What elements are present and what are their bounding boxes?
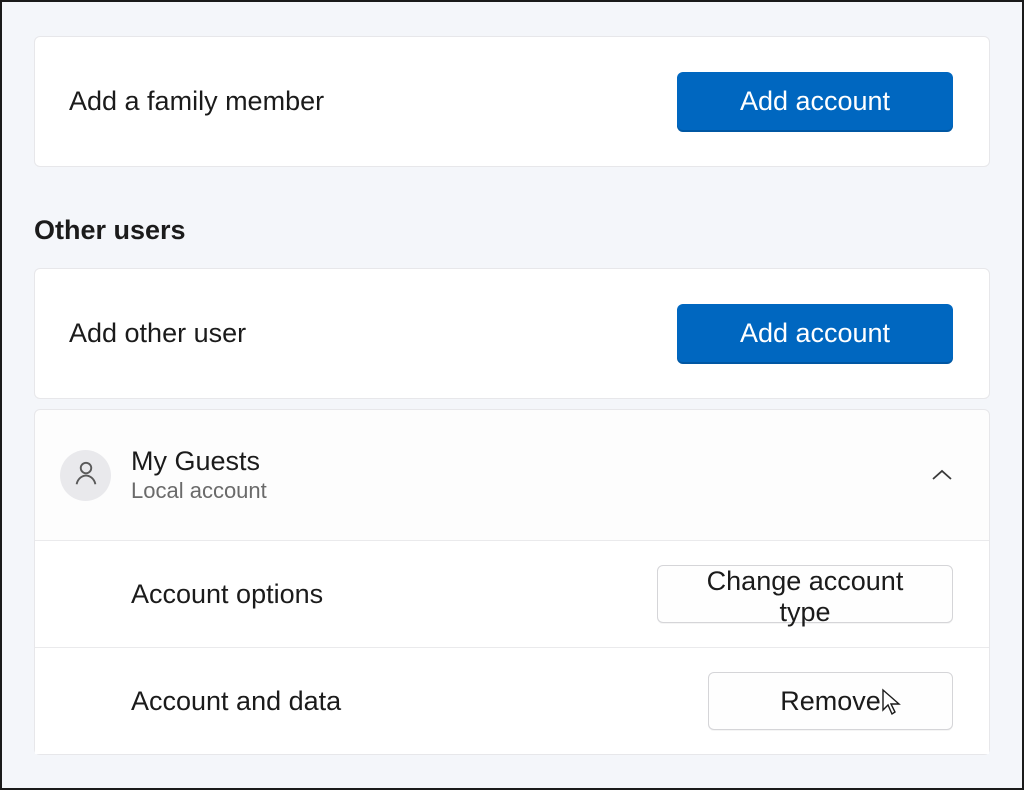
avatar — [60, 450, 111, 501]
add-family-member-card: Add a family member Add account — [34, 36, 990, 167]
person-icon — [71, 458, 101, 493]
account-and-data-row: Account and data Remove — [35, 647, 989, 754]
add-other-user-label: Add other user — [69, 318, 246, 349]
add-other-account-button[interactable]: Add account — [677, 304, 953, 364]
remove-account-button[interactable]: Remove — [708, 672, 953, 730]
user-account-type: Local account — [131, 478, 931, 504]
account-options-row: Account options Change account type — [35, 540, 989, 647]
settings-panel: Add a family member Add account Other us… — [2, 2, 1022, 755]
account-options-label: Account options — [131, 579, 323, 610]
change-account-type-button[interactable]: Change account type — [657, 565, 953, 623]
user-info: My Guests Local account — [131, 446, 931, 504]
add-family-member-label: Add a family member — [69, 86, 324, 117]
user-name: My Guests — [131, 446, 931, 477]
chevron-up-icon — [931, 464, 953, 486]
add-other-user-card: Add other user Add account — [34, 268, 990, 399]
user-card: My Guests Local account Account options … — [34, 409, 990, 755]
other-users-heading: Other users — [34, 215, 990, 246]
add-family-account-button[interactable]: Add account — [677, 72, 953, 132]
account-and-data-label: Account and data — [131, 686, 341, 717]
user-header-toggle[interactable]: My Guests Local account — [35, 410, 989, 540]
